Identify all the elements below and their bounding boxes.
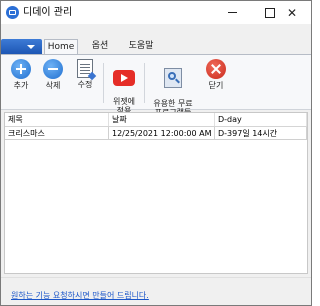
minimize-icon <box>227 12 237 13</box>
column-header-dday[interactable]: D-day <box>215 113 307 126</box>
edit-button[interactable]: 수정 <box>71 59 99 105</box>
remove-icon <box>43 59 63 79</box>
ribbon-panel: 추가 삭제 수정 위젯에 적용 유용한 무료 프로그램들 닫기 <box>1 54 311 117</box>
feature-request-link[interactable]: 원하는 기능 요청하시면 만들어 드립니다. <box>11 290 149 301</box>
table-header: 제목 날짜 D-day <box>5 113 307 127</box>
apply-widget-button[interactable]: 위젯에 적용 <box>107 59 141 115</box>
app-icon <box>6 6 19 19</box>
cell-dday[interactable]: D-397일 14시간 <box>215 127 307 140</box>
ribbon-separator <box>144 63 145 103</box>
status-bar: 원하는 기능 요청하시면 만들어 드립니다. <box>1 277 311 305</box>
tab-options[interactable]: 옵션 <box>83 39 117 54</box>
edit-button-label: 수정 <box>77 80 93 89</box>
column-header-date[interactable]: 날짜 <box>109 113 215 126</box>
title-bar: 디데이 관리 ✕ <box>1 1 311 24</box>
dday-table[interactable]: 제목 날짜 D-day 크리스마스 12/25/2021 12:00:00 AM… <box>4 112 308 274</box>
application-menu-button[interactable] <box>1 39 42 54</box>
tab-help[interactable]: 도움말 <box>121 39 161 54</box>
close-circle-icon <box>206 59 226 79</box>
add-button-label: 추가 <box>13 81 29 90</box>
close-icon: ✕ <box>286 5 298 20</box>
delete-button-label: 삭제 <box>45 81 61 90</box>
delete-button[interactable]: 삭제 <box>39 59 67 105</box>
edit-document-icon <box>77 59 93 78</box>
column-header-title[interactable]: 제목 <box>5 113 109 126</box>
free-programs-button[interactable]: 유용한 무료 프로그램들 <box>148 59 198 117</box>
youtube-play-icon <box>113 70 135 86</box>
cell-title[interactable]: 크리스마스 <box>5 127 109 140</box>
cell-date[interactable]: 12/25/2021 12:00:00 AM <box>109 127 215 140</box>
close-window-button[interactable]: ✕ <box>273 1 311 24</box>
add-icon <box>11 59 31 79</box>
close-button-label: 닫기 <box>208 81 224 90</box>
table-row[interactable]: 크리스마스 12/25/2021 12:00:00 AM D-397일 14시간 <box>5 127 307 140</box>
window-title: 디데이 관리 <box>23 7 73 18</box>
add-button[interactable]: 추가 <box>7 59 35 105</box>
ribbon-separator <box>103 63 104 103</box>
magnifier-icon <box>164 68 182 88</box>
tab-home[interactable]: Home <box>44 39 78 54</box>
app-window: 디데이 관리 ✕ Home 옵션 도움말 추가 삭제 수정 위젯에 적용 유용한… <box>0 0 312 306</box>
close-button[interactable]: 닫기 <box>201 59 231 105</box>
minimize-button[interactable] <box>213 1 251 24</box>
